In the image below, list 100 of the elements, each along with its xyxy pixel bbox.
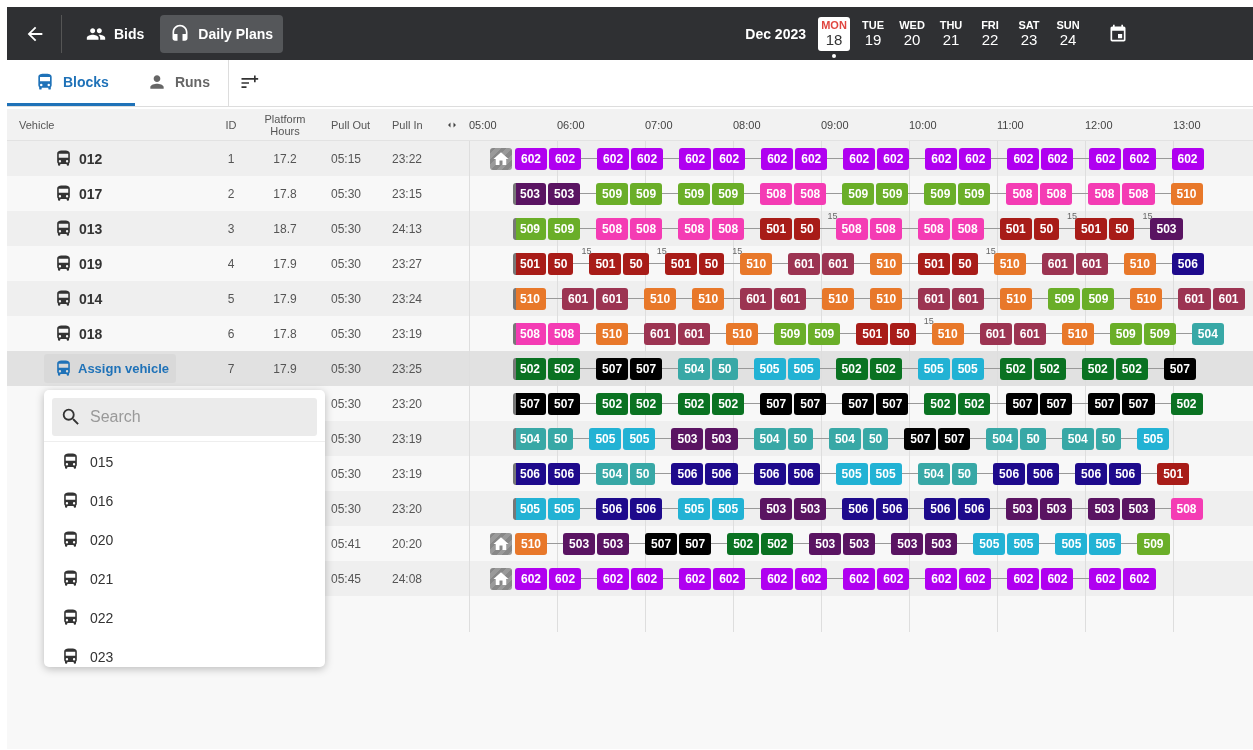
trip-block[interactable]: 507 <box>760 392 793 415</box>
trip-block[interactable]: 508 <box>1122 182 1155 205</box>
trip-block[interactable]: 501 <box>856 322 889 345</box>
trip-block[interactable]: 601 <box>952 287 985 310</box>
trip-block[interactable]: 508 <box>1170 497 1203 520</box>
trip-block[interactable]: 602 <box>679 147 712 170</box>
trip-block[interactable]: 50 <box>794 217 820 240</box>
trip-block[interactable]: 502 <box>869 357 902 380</box>
trip-block[interactable]: 602 <box>959 567 992 590</box>
trip-block[interactable]: 503 <box>548 182 581 205</box>
trip-block[interactable]: 507 <box>876 392 909 415</box>
trip-block[interactable]: 602 <box>877 147 910 170</box>
day-button[interactable]: SAT 23 <box>1013 16 1045 51</box>
trip-block[interactable]: 508 <box>1006 182 1039 205</box>
trip-block[interactable]: 501 <box>1075 217 1108 240</box>
trip-block[interactable]: 502 <box>958 392 991 415</box>
trip-block[interactable]: 506 <box>842 497 875 520</box>
trip-block[interactable]: 501 <box>918 252 951 275</box>
trip-block[interactable]: 507 <box>1040 392 1073 415</box>
trip-block[interactable]: 601 <box>822 252 855 275</box>
trip-block[interactable]: 601 <box>788 252 821 275</box>
trip-block[interactable]: 602 <box>713 147 746 170</box>
table-row[interactable]: 014 5 17.9 05:30 23:24 510 601 601 510 510 601 601 510 510 601 601 510 509 509 510 601 601 <box>7 281 1253 316</box>
trip-block[interactable]: 501 <box>760 217 793 240</box>
trip-block[interactable]: 507 <box>630 357 663 380</box>
trip-block[interactable]: 602 <box>515 147 548 170</box>
trip-block[interactable]: 508 <box>630 217 663 240</box>
trip-block[interactable]: 503 <box>843 532 876 555</box>
trip-block[interactable]: 602 <box>843 147 876 170</box>
trip-block[interactable]: 601 <box>562 287 595 310</box>
trip-block[interactable]: 601 <box>596 287 629 310</box>
trip-block[interactable]: 508 <box>760 182 793 205</box>
trip-block[interactable]: 601 <box>1212 287 1245 310</box>
day-button[interactable]: TUE 19 <box>857 16 889 51</box>
trip-block[interactable]: 601 <box>918 287 951 310</box>
trip-block[interactable]: 507 <box>513 392 547 415</box>
trip-block[interactable]: 507 <box>1122 392 1155 415</box>
trip-block[interactable]: 502 <box>1170 392 1203 415</box>
day-button[interactable]: FRI 22 <box>974 16 1006 51</box>
trip-block[interactable]: 508 <box>1040 182 1073 205</box>
trip-block[interactable]: 50 <box>952 252 978 275</box>
trip-block[interactable]: 601 <box>1041 252 1074 275</box>
trip-block[interactable]: 601 <box>740 287 773 310</box>
trip-block[interactable]: 601 <box>774 287 807 310</box>
trip-block[interactable]: 506 <box>1109 462 1142 485</box>
trip-block[interactable]: 502 <box>712 392 745 415</box>
trip-block[interactable]: 507 <box>1088 392 1121 415</box>
trip-block[interactable]: 507 <box>1006 392 1039 415</box>
vehicle-option[interactable]: 021 <box>44 559 325 598</box>
table-row[interactable]: 05:30 23:19 504 50 505 505 503 503 504 50 504 50 507 507 504 50 504 50 505 <box>323 421 1253 456</box>
trip-block[interactable]: 508 <box>712 217 745 240</box>
trip-block[interactable]: 508 <box>794 182 827 205</box>
trip-block[interactable]: 503 <box>563 532 596 555</box>
trip-block[interactable]: 503 <box>794 497 827 520</box>
assign-vehicle-button[interactable]: Assign vehicle <box>44 354 177 383</box>
trip-block[interactable]: 502 <box>1115 357 1148 380</box>
tab[interactable]: Blocks <box>7 60 135 106</box>
trip-block[interactable]: 501 <box>513 252 547 275</box>
calendar-icon[interactable] <box>1108 23 1128 44</box>
trip-block[interactable]: 506 <box>548 462 581 485</box>
trip-block[interactable]: 501 <box>999 217 1032 240</box>
trip-block[interactable]: 602 <box>1041 147 1074 170</box>
day-button[interactable]: WED 20 <box>896 16 928 51</box>
trip-block[interactable]: 503 <box>1122 497 1155 520</box>
trip-block[interactable]: 503 <box>809 532 842 555</box>
trip-block[interactable]: 502 <box>924 392 957 415</box>
trip-block[interactable]: 508 <box>1088 182 1121 205</box>
trip-block[interactable]: 507 <box>679 532 712 555</box>
table-row[interactable]: 05:45 24:08 602 602 602 602 602 602 602 602 602 602 602 602 602 602 602 602 <box>323 561 1253 596</box>
trip-block[interactable]: 50 <box>890 322 916 345</box>
trip-block[interactable]: 508 <box>678 217 711 240</box>
trip-block[interactable]: 506 <box>1171 252 1204 275</box>
trip-block[interactable]: 602 <box>761 567 794 590</box>
trip-block[interactable]: 602 <box>795 147 828 170</box>
trip-block[interactable]: 503 <box>597 532 630 555</box>
trip-block[interactable]: 502 <box>630 392 663 415</box>
trip-block[interactable]: 503 <box>1006 497 1039 520</box>
trip-block[interactable]: 502 <box>727 532 760 555</box>
search-field[interactable]: Search <box>52 398 317 436</box>
vehicle-option[interactable]: 016 <box>44 481 325 520</box>
trip-block[interactable]: 506 <box>1075 462 1108 485</box>
trip-block[interactable]: 602 <box>1089 567 1122 590</box>
trip-block[interactable]: 503 <box>513 182 547 205</box>
trip-block[interactable]: 501 <box>1157 462 1190 485</box>
vehicle-option[interactable]: 023 <box>44 637 325 667</box>
trip-block[interactable]: 601 <box>1013 322 1046 345</box>
trip-block[interactable]: 602 <box>631 567 664 590</box>
tab[interactable]: Runs <box>134 60 228 106</box>
trip-block[interactable]: 602 <box>515 567 548 590</box>
trip-block[interactable]: 50 <box>548 252 574 275</box>
trip-block[interactable]: 507 <box>794 392 827 415</box>
trip-block[interactable]: 602 <box>877 567 910 590</box>
trip-block[interactable]: 502 <box>835 357 868 380</box>
trip-block[interactable]: 50 <box>698 252 725 275</box>
trip-block[interactable]: 506 <box>1027 462 1060 485</box>
trip-block[interactable]: 506 <box>993 462 1026 485</box>
table-row[interactable]: Assign vehicle 7 17.9 05:30 23:25 502 502 507 507 504 50 505 505 502 502 505 505 502 502 502 502 507 <box>7 351 1253 386</box>
trip-block[interactable]: 602 <box>1171 147 1204 170</box>
trip-block[interactable]: 502 <box>596 392 629 415</box>
trip-block[interactable]: 503 <box>925 532 958 555</box>
